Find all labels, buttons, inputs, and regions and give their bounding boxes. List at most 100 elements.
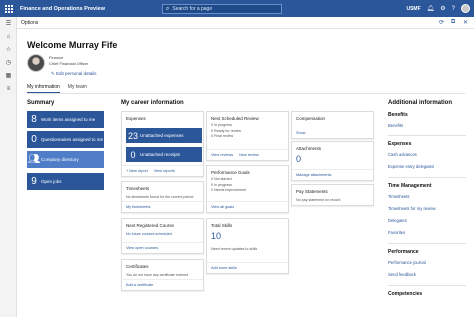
action-bar: Options ⟳ ⧉ ✕: [17, 17, 474, 29]
tile-label: Open jobs: [41, 179, 62, 184]
performance-heading: Performance: [388, 249, 419, 255]
open-new-window-icon[interactable]: ⧉: [451, 19, 455, 26]
tile-open-jobs[interactable]: 9 Open jobs: [27, 173, 104, 190]
section-divider: [388, 285, 466, 286]
tile-label: Unattached receipts: [140, 152, 181, 157]
performance-journal-link[interactable]: Performance journal: [388, 260, 426, 265]
timesheets-note: No timesheets found for the current peri…: [126, 195, 194, 199]
summary-title: Summary: [27, 100, 55, 106]
help-icon[interactable]: ?: [452, 6, 455, 12]
pay-statements-note: No pay statement on record: [296, 198, 341, 202]
tile-unattached-receipts[interactable]: 0 Unattached receipts: [126, 147, 202, 162]
view-all-goals-link[interactable]: View all goals: [211, 205, 234, 209]
close-icon[interactable]: ✕: [463, 19, 468, 26]
refresh-icon[interactable]: ⟳: [439, 19, 444, 26]
card-title: Total Skills: [211, 223, 233, 228]
expenses-card: Expenses 23 Unattached expenses 0 Unatta…: [121, 111, 204, 177]
view-reviews-link[interactable]: View reviews: [211, 153, 233, 157]
total-skills-count: 10: [211, 231, 222, 241]
left-nav: ☰ ⌂ ☆ ◷ ▦ ≡: [0, 17, 17, 317]
job-title-label: Chief Financial Officer: [49, 61, 89, 66]
tile-label: Work items assigned to me: [41, 117, 96, 122]
tab-my-team[interactable]: My team: [68, 84, 87, 93]
view-reports-link[interactable]: View reports: [154, 169, 175, 173]
view-open-courses-link[interactable]: View open courses: [126, 246, 158, 250]
search-box[interactable]: ⌕: [162, 4, 282, 14]
expense-entry-delegates-link[interactable]: Expense entry delegates: [388, 164, 434, 169]
delegates-link[interactable]: Delegates: [388, 218, 407, 223]
goal-line: 0 Needs improvement: [211, 188, 247, 192]
section-divider: [388, 243, 466, 244]
add-certificate-link[interactable]: Add a certificate: [126, 283, 153, 287]
edit-link-label: Edit personal details: [56, 71, 97, 76]
timesheets-for-review-link[interactable]: Timesheets for my review: [388, 206, 436, 211]
card-title: Timesheets: [126, 186, 150, 191]
pay-statements-card: Pay Statements No pay statement on recor…: [291, 184, 374, 206]
timesheets-link[interactable]: Timesheets: [388, 194, 410, 199]
tile-value: 9: [31, 176, 37, 187]
total-skills-card: Total Skills 10 Need recent updates to s…: [206, 218, 289, 274]
tile-questionnaires[interactable]: 0 Questionnaires assigned to me: [27, 131, 104, 148]
section-divider: [388, 177, 466, 178]
time-management-heading: Time Management: [388, 183, 432, 189]
hamburger-icon[interactable]: ☰: [0, 17, 17, 30]
card-divider: [207, 201, 288, 202]
next-course-card: Next Registered Course No future courses…: [121, 218, 204, 254]
tile-label: Company directory: [41, 157, 79, 162]
bell-icon[interactable]: 🔔︎: [427, 5, 435, 12]
page-title: Welcome Murray Fife: [27, 40, 118, 50]
next-review-card: Next Scheduled Review 0 In progress 0 Re…: [206, 111, 289, 161]
avatar[interactable]: [461, 4, 470, 13]
card-divider: [122, 201, 203, 202]
tab-my-information[interactable]: My information: [27, 84, 60, 93]
additional-title: Additional information: [388, 100, 452, 106]
card-title: Next Scheduled Review: [211, 116, 259, 121]
tile-value: 0: [130, 149, 136, 160]
cash-advances-link[interactable]: Cash advances: [388, 152, 417, 157]
search-icon: ⌕: [166, 6, 170, 12]
search-input[interactable]: [172, 6, 273, 12]
new-report-link[interactable]: + New report: [126, 169, 148, 173]
card-divider: [207, 262, 288, 263]
next-course-note: No future courses scheduled: [126, 232, 172, 236]
profile-photo: [27, 54, 45, 72]
card-title: Pay Statements: [296, 189, 328, 194]
certificates-note: You do not have any certificate entered: [126, 273, 189, 277]
add-more-skills-link[interactable]: Add more skills: [211, 266, 237, 270]
tabs: My information My team: [27, 84, 87, 93]
show-compensation-link[interactable]: Show: [296, 131, 306, 135]
app-title[interactable]: Finance and Operations Preview: [20, 6, 105, 12]
options-tab[interactable]: Options: [21, 20, 38, 26]
my-timesheets-link[interactable]: My timesheets: [126, 205, 150, 209]
app-launcher-icon[interactable]: [0, 0, 17, 17]
gear-icon[interactable]: ⚙: [440, 5, 445, 12]
tile-value: 8: [31, 114, 37, 125]
expenses-heading: Expenses: [388, 141, 412, 147]
review-line: 0 Final review: [211, 134, 234, 138]
clock-icon[interactable]: ◷: [0, 56, 17, 69]
attachments-card: Attachments 0 Manage attachments: [291, 141, 374, 181]
new-review-link[interactable]: New review: [239, 153, 259, 157]
competencies-heading: Competencies: [388, 291, 423, 297]
performance-goals-card: Performance Goals 0 Not started 0 In pro…: [206, 165, 289, 213]
card-divider: [207, 149, 288, 150]
tile-unattached-expenses[interactable]: 23 Unattached expenses: [126, 128, 202, 143]
card-title: Next Registered Course: [126, 223, 175, 228]
send-feedback-link[interactable]: Send feedback: [388, 272, 416, 277]
tile-work-items[interactable]: 8 Work items assigned to me: [27, 111, 104, 128]
card-title: Attachments: [296, 146, 322, 151]
tile-label: Questionnaires assigned to me: [41, 137, 104, 142]
card-title: Compensation: [296, 116, 326, 121]
star-icon[interactable]: ☆: [0, 43, 17, 56]
edit-personal-details-link[interactable]: ✎ Edit personal details: [51, 71, 97, 77]
list-icon[interactable]: ≡: [0, 82, 17, 95]
benefits-link[interactable]: Benefits: [388, 123, 403, 128]
workspace-icon[interactable]: ▦: [0, 69, 17, 82]
manage-attachments-link[interactable]: Manage attachments: [296, 173, 331, 177]
favorites-link[interactable]: Favorites: [388, 230, 405, 235]
tile-company-directory[interactable]: 👥︎ Company directory: [27, 151, 104, 168]
benefits-heading: Benefits: [388, 112, 408, 118]
company-picker[interactable]: USMF: [406, 6, 420, 12]
home-icon[interactable]: ⌂: [0, 30, 17, 43]
card-title: Expenses: [126, 116, 146, 121]
